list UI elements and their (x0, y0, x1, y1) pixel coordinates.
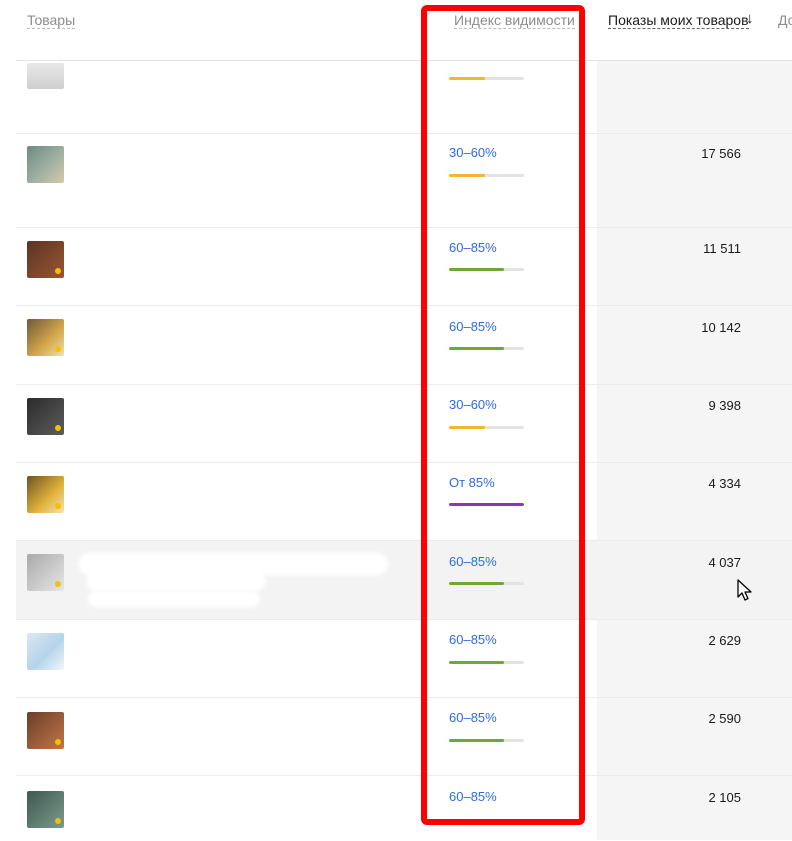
redacted-product-name (88, 591, 260, 607)
table-row[interactable]: 60–85% 4 037 (16, 540, 792, 620)
mouse-pointer-icon (737, 579, 752, 601)
column-header-products[interactable]: Товары (27, 12, 76, 29)
impressions-count: 4 334 (708, 476, 741, 491)
product-thumbnail[interactable] (27, 633, 64, 670)
table-row[interactable]: 60–85% 11 511 (16, 227, 792, 306)
table-row[interactable]: 60–85% 2 629 (16, 619, 792, 698)
annotation-highlight-box (421, 5, 585, 825)
impressions-count: 2 590 (708, 711, 741, 726)
impressions-count: 2 629 (708, 633, 741, 648)
table-row[interactable]: 30–60% 17 566 (16, 133, 792, 228)
table-row[interactable]: 60–85% 2 105 (16, 775, 792, 841)
table-header: Товары Индекс видимости Показы моих това… (0, 0, 792, 60)
column-header-impressions[interactable]: Показы моих товаров (608, 12, 749, 29)
impressions-count: 11 511 (703, 241, 741, 256)
table-row[interactable] (16, 61, 792, 133)
impressions-count: 9 398 (708, 398, 741, 413)
product-thumbnail[interactable] (27, 319, 64, 356)
impressions-count: 17 566 (701, 146, 741, 161)
column-header-next[interactable]: До (778, 12, 792, 28)
product-thumbnail[interactable] (27, 476, 64, 513)
product-thumbnail[interactable] (27, 241, 64, 278)
sort-desc-icon[interactable]: ↓ (746, 10, 754, 27)
product-thumbnail[interactable] (27, 712, 64, 749)
table-row[interactable]: От 85% 4 334 (16, 462, 792, 541)
impressions-count: 2 105 (708, 790, 741, 805)
table-row[interactable]: 60–85% 2 590 (16, 697, 792, 776)
product-thumbnail[interactable] (27, 63, 64, 89)
table-row[interactable]: 60–85% 10 142 (16, 305, 792, 385)
table-row[interactable]: 30–60% 9 398 (16, 384, 792, 463)
impressions-count: 10 142 (701, 320, 741, 335)
product-thumbnail[interactable] (27, 146, 64, 183)
header-divider (16, 60, 792, 61)
product-thumbnail[interactable] (27, 398, 64, 435)
redacted-product-name (86, 571, 266, 591)
product-thumbnail[interactable] (27, 554, 64, 591)
impressions-count: 4 037 (708, 555, 741, 570)
product-thumbnail[interactable] (27, 791, 64, 828)
